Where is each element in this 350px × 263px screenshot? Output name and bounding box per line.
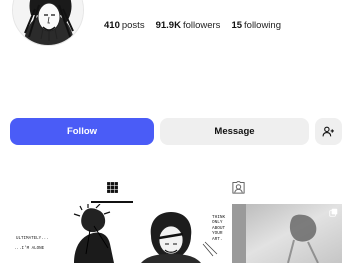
post-caption-text: ...I'M ALONE	[14, 247, 45, 251]
stat-posts-value: 410	[104, 20, 120, 31]
tab-posts-grid[interactable]	[91, 172, 133, 203]
grid-icon	[106, 182, 118, 193]
stat-following-value: 15	[231, 20, 243, 31]
profile-stats: 410 posts 91.9K followers 15 following	[104, 20, 281, 31]
post-image	[10, 204, 120, 263]
avatar[interactable]	[12, 0, 84, 46]
tab-tagged[interactable]	[217, 172, 259, 203]
post-caption-text: THINK ONLY ABOUT YOUR ART.	[212, 215, 226, 242]
profile-page: 410 posts 91.9K followers 15 following Foll…	[0, 0, 350, 263]
carousel-icon	[329, 208, 338, 217]
post-tile[interactable]: ULTIMATELY... ...I'M ALONE	[10, 204, 120, 263]
follow-button[interactable]: Follow	[10, 118, 154, 145]
avatar-illustration	[13, 0, 83, 45]
post-tile[interactable]	[232, 204, 342, 263]
stat-following[interactable]: 15 following	[231, 20, 281, 31]
suggest-accounts-button[interactable]	[315, 118, 342, 145]
tagged-icon	[231, 181, 245, 194]
post-caption-text: ULTIMATELY...	[16, 237, 49, 241]
post-tile[interactable]: THINK ONLY ABOUT YOUR ART.	[121, 204, 231, 263]
stat-followers-label: followers	[182, 20, 221, 31]
person-add-icon	[322, 126, 334, 137]
profile-tabs	[0, 172, 350, 203]
message-button[interactable]: Message	[160, 118, 309, 145]
profile-actions: Follow Message	[10, 118, 342, 145]
stat-followers[interactable]: 91.9K followers	[156, 20, 221, 31]
post-grid: ULTIMATELY... ...I'M ALONE THINK ONLY AB…	[10, 204, 342, 263]
post-image	[232, 204, 342, 263]
stat-following-label: following	[244, 20, 281, 31]
stat-followers-value: 91.9K	[155, 20, 181, 31]
stat-posts-label: posts	[121, 20, 145, 31]
active-tab-indicator	[91, 201, 133, 203]
stat-posts[interactable]: 410 posts	[104, 20, 145, 31]
